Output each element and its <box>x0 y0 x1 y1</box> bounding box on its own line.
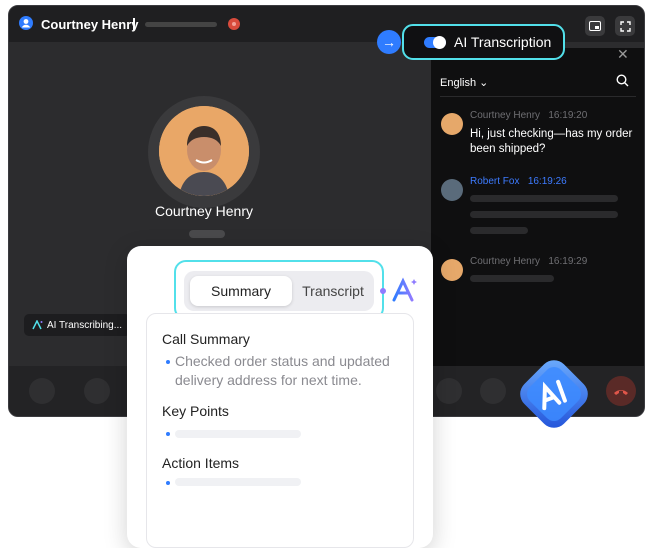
message-sender: Robert Fox <box>470 176 520 187</box>
action-items-title: Action Items <box>162 455 240 471</box>
user-icon <box>19 16 33 30</box>
arrow-right-icon[interactable]: → <box>377 30 401 54</box>
ai-transcription-label: AI Transcription <box>454 34 552 50</box>
tab-transcript[interactable]: Transcript <box>296 276 370 306</box>
bullet-dot <box>166 360 170 364</box>
message-meta: Robert Fox 16:19:26 <box>470 176 567 187</box>
chevron-down-icon: ⌄ <box>479 77 489 89</box>
call-summary-text: Checked order status and updated deliver… <box>175 353 390 388</box>
action-item-placeholder <box>175 478 301 486</box>
caller-name: Courtney Henry <box>41 17 139 32</box>
message-time: 16:19:29 <box>548 256 588 267</box>
divider <box>440 96 636 97</box>
record-icon[interactable] <box>228 18 240 30</box>
language-select[interactable]: English ⌄ <box>440 76 488 89</box>
ai-badge-label: AI Transcribing... <box>47 319 123 331</box>
settings-icon[interactable] <box>480 378 506 404</box>
participant-status-placeholder <box>189 230 225 238</box>
connector-dot <box>380 288 386 294</box>
message-placeholder <box>470 275 554 282</box>
close-icon[interactable]: ✕ <box>617 46 629 63</box>
participant-name: Courtney Henry <box>154 203 254 219</box>
toggle-switch[interactable] <box>424 35 446 49</box>
bullet-dot <box>166 432 170 436</box>
language-label: English <box>440 77 477 89</box>
hang-up-button[interactable] <box>606 376 636 406</box>
divider <box>133 18 135 30</box>
key-points-title: Key Points <box>162 403 229 419</box>
avatar <box>441 113 463 135</box>
avatar <box>441 179 463 201</box>
avatar <box>441 259 463 281</box>
message-time: 16:19:20 <box>548 110 588 121</box>
message-time: 16:19:26 <box>527 176 567 187</box>
fullscreen-icon[interactable] <box>615 16 635 36</box>
bullet-dot <box>166 481 170 485</box>
message-sender: Courtney Henry <box>470 256 541 267</box>
message-meta: Courtney Henry 16:19:29 <box>470 256 587 267</box>
search-icon[interactable] <box>616 74 629 87</box>
add-icon[interactable] <box>29 378 55 404</box>
message-placeholder <box>470 211 618 218</box>
call-summary-title: Call Summary <box>162 331 250 347</box>
call-progress-bar <box>145 22 217 27</box>
key-point-placeholder <box>175 430 301 438</box>
ai-icon <box>32 320 43 330</box>
message-placeholder <box>470 195 618 202</box>
picture-in-picture-icon[interactable] <box>585 16 605 36</box>
avatar <box>159 106 249 196</box>
ai-badge-icon <box>520 360 588 428</box>
ai-logo-icon <box>392 277 417 302</box>
ai-transcribing-badge: AI Transcribing... <box>24 314 131 336</box>
ai-transcription-toggle[interactable]: AI Transcription <box>402 24 565 60</box>
add-user-icon[interactable] <box>84 378 110 404</box>
message-meta: Courtney Henry 16:19:20 <box>470 110 587 121</box>
message-text: Hi, just checking—has my order been ship… <box>470 128 633 155</box>
message-placeholder <box>470 227 528 234</box>
message-sender: Courtney Henry <box>470 110 541 121</box>
tab-summary[interactable]: Summary <box>190 276 292 306</box>
mic-icon[interactable] <box>436 378 462 404</box>
